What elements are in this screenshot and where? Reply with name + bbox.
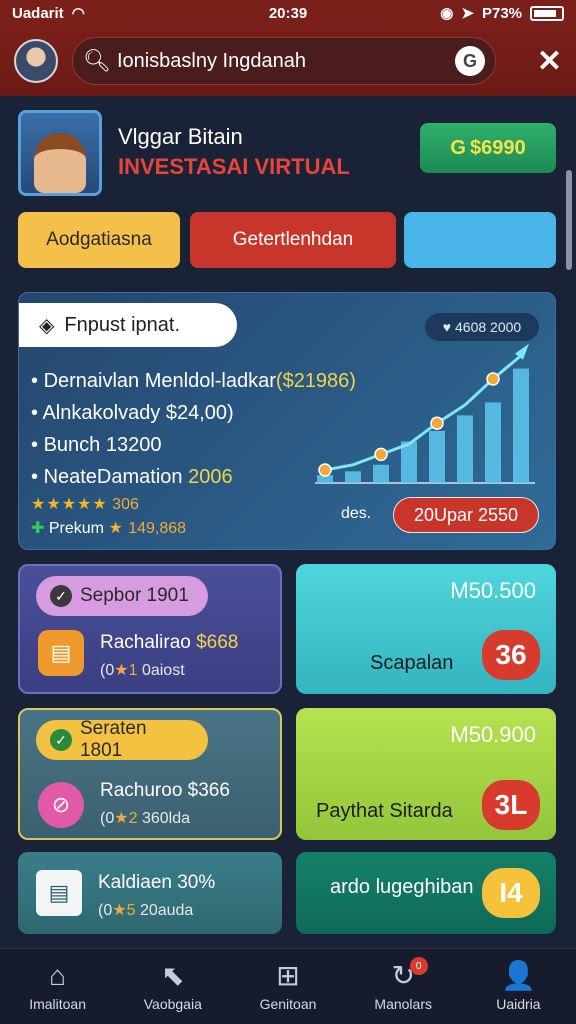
user-icon: 👤 (500, 959, 536, 991)
growth-chart (315, 343, 535, 484)
rating-row: ★★★★★ 306 (31, 496, 139, 513)
status-bar: Uadarit ◠ 20:39 ◉ ➤ P73% (0, 0, 576, 26)
check-icon: ✓ (50, 585, 72, 607)
tile-sub: (0★5 20auda (98, 902, 194, 919)
balance-value: $6990 (469, 136, 526, 159)
tile-4[interactable]: M50.900 Paythat Sitarda 3L (296, 708, 556, 840)
rating-row: ✚ Prekum ★ 149,868 (31, 520, 187, 537)
bottom-nav: ⌂ Imalitoan ⬉ Vaobgaia ⊞ Genitoan ↻ 0 Ma… (0, 948, 576, 1024)
tile-badge: 3L (482, 780, 540, 830)
action-button-1[interactable]: Aodgatiasna (18, 212, 180, 268)
tile-badge: I4 (482, 868, 540, 918)
google-icon[interactable]: G (455, 46, 485, 76)
balance-badge[interactable]: G $6990 (420, 123, 556, 173)
avatar[interactable] (14, 39, 58, 83)
nav-item-uaidria[interactable]: 👤 Uaidria (461, 949, 576, 1024)
investment-info-card: ◈ Fnpust ipnat. ♥ 4608 2000 Dernaivlan M… (18, 292, 556, 550)
info-card-title: Fnpust ipnat. (64, 313, 181, 336)
document-icon: ▤ (38, 630, 84, 676)
chart-bar (429, 431, 445, 483)
tile-title: Rachuroo $366 (100, 780, 230, 801)
tile-amount: M50.500 (450, 578, 536, 603)
tile-tag: ✓ Seraten 1801 (36, 718, 208, 761)
close-icon[interactable]: ✕ (537, 44, 562, 79)
grid-icon: ⊞ (276, 959, 300, 991)
profile-avatar[interactable] (18, 110, 102, 196)
search-icon: 🔍︎ (83, 48, 111, 73)
tile-5[interactable]: ▤ Kaldiaen 30% (0★5 20auda (18, 852, 282, 934)
location-icon: ➤ (461, 5, 474, 22)
search-input[interactable]: 🔍︎ Ionisbaslny Ingdanah G (72, 37, 496, 85)
tile-1[interactable]: ✓ Sepbor 1901 ▤ Rachalirao $668 (0★1 0ai… (18, 564, 282, 694)
tile-tag: ✓ Sepbor 1901 (36, 576, 208, 616)
no-entry-icon: ⊘ (38, 782, 84, 828)
chart-point (318, 463, 332, 477)
chart-point (430, 416, 444, 430)
notification-badge: 0 (409, 957, 428, 975)
carrier-label: Uadarit (12, 4, 64, 22)
chart-point (486, 372, 500, 386)
chart-bar (345, 471, 361, 483)
tile-2[interactable]: M50.500 Scapalan 36 (296, 564, 556, 694)
scrollbar[interactable] (566, 170, 572, 270)
chart-bar (457, 415, 473, 483)
battery-icon (530, 5, 564, 21)
tile-title: Rachalirao $668 (100, 632, 239, 653)
search-text: Ionisbaslny Ingdanah (116, 49, 306, 72)
app-header: 🔍︎ Ionisbaslny Ingdanah G ✕ (0, 26, 576, 96)
document-icon: ▤ (36, 870, 82, 916)
chart-button[interactable]: 20Upar 2550 (393, 497, 539, 533)
chart-footnote: des. (341, 505, 372, 522)
character-icon (34, 133, 86, 193)
tile-caption: ardo lugeghiban (330, 876, 474, 898)
home-icon: ⌂ (49, 959, 67, 991)
pin-icon: ◈ (39, 314, 55, 337)
coin-icon: G (450, 136, 466, 159)
profile-subtitle: INVESTASAI VIRTUAL (118, 154, 350, 179)
nav-item-home[interactable]: ⌂ Imalitoan (0, 949, 115, 1024)
chart-bar (485, 402, 501, 483)
action-button-2[interactable]: Getertlenhdan (190, 212, 396, 268)
tile-badge: 36 (482, 630, 540, 680)
check-icon: ✓ (50, 729, 72, 751)
chart-bar (513, 368, 529, 483)
cursor-icon: ⬉ (161, 959, 185, 991)
nav-item-vaobgaia[interactable]: ⬉ Vaobgaia (115, 949, 230, 1024)
tile-caption: Scapalan (370, 652, 454, 674)
action-button-3[interactable] (404, 212, 556, 268)
info-card-label: ◈ Fnpust ipnat. (19, 303, 237, 347)
chart-bar (373, 464, 389, 483)
tile-title: Kaldiaen 30% (98, 872, 216, 893)
profile-name: Vlggar Bitain (118, 124, 243, 149)
tile-6[interactable]: ardo lugeghiban I4 (296, 852, 556, 934)
nav-item-manolars[interactable]: ↻ 0 Manolars (346, 949, 461, 1024)
chart-point (374, 447, 388, 462)
nav-item-genitoan[interactable]: ⊞ Genitoan (230, 949, 345, 1024)
settings-icon: ◉ (440, 5, 454, 22)
battery-percent: P73% (481, 4, 522, 22)
plus-icon: ✚ (31, 520, 45, 537)
tile-caption: Paythat Sitarda (316, 800, 453, 822)
star-icon: ★★★★★ (31, 496, 108, 513)
wifi-icon: ◠ (71, 5, 85, 22)
tile-sub: (0★1 0aiost (100, 662, 185, 679)
tile-3[interactable]: ✓ Seraten 1801 ⊘ Rachuroo $366 (0★2 360l… (18, 708, 282, 840)
tile-sub: (0★2 360lda (100, 810, 190, 827)
tile-amount: M50.900 (450, 722, 536, 747)
